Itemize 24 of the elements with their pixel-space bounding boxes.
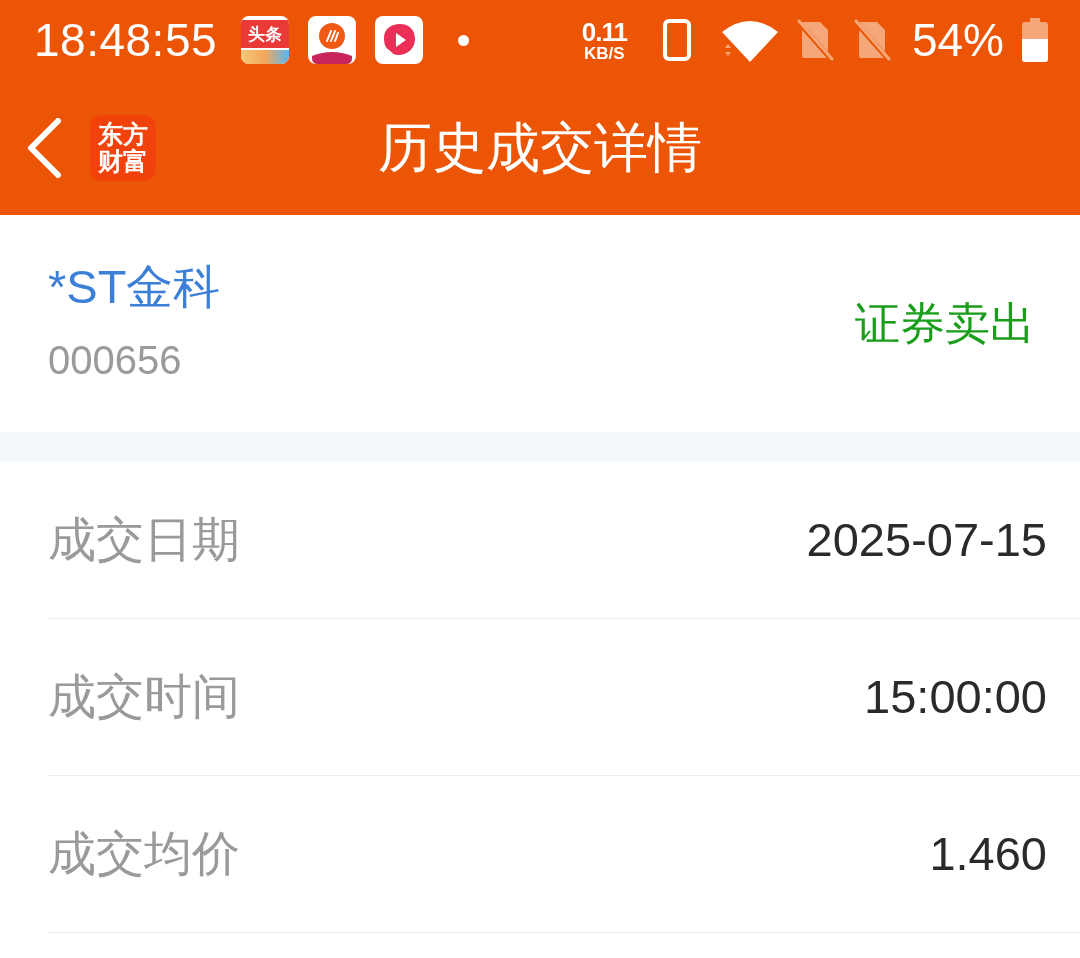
notification-dot-icon [458, 34, 470, 46]
stock-code: 000656 [48, 338, 183, 383]
field-label: 成交均价 [48, 826, 240, 882]
no-sim-icon [796, 18, 834, 62]
trade-type: 证券卖出 [855, 296, 1035, 351]
field-label: 成交时间 [48, 669, 240, 725]
field-value: 15:00:00 [864, 668, 1047, 725]
news-app-icon: 头条 [241, 16, 290, 64]
wifi-icon [720, 18, 779, 62]
field-value: 1.460 [929, 825, 1047, 882]
no-sim-icon [853, 18, 891, 62]
battery-icon [1022, 18, 1048, 62]
video-app-icon [375, 16, 424, 64]
page-title: 历史成交详情 [378, 116, 702, 179]
clock-time: 18:48:55 [34, 17, 218, 63]
battery-percent: 54% [911, 17, 1004, 63]
stock-name: *ST金科 [48, 260, 221, 313]
network-speed: 0.11 KB/S [581, 18, 627, 62]
app-logo: 东方财富 [90, 114, 156, 181]
field-value: 2025-07-15 [806, 511, 1047, 568]
field-label: 成交日期 [48, 512, 240, 568]
phone-icon [662, 19, 691, 61]
back-icon[interactable] [26, 117, 62, 178]
music-app-icon [308, 16, 357, 64]
